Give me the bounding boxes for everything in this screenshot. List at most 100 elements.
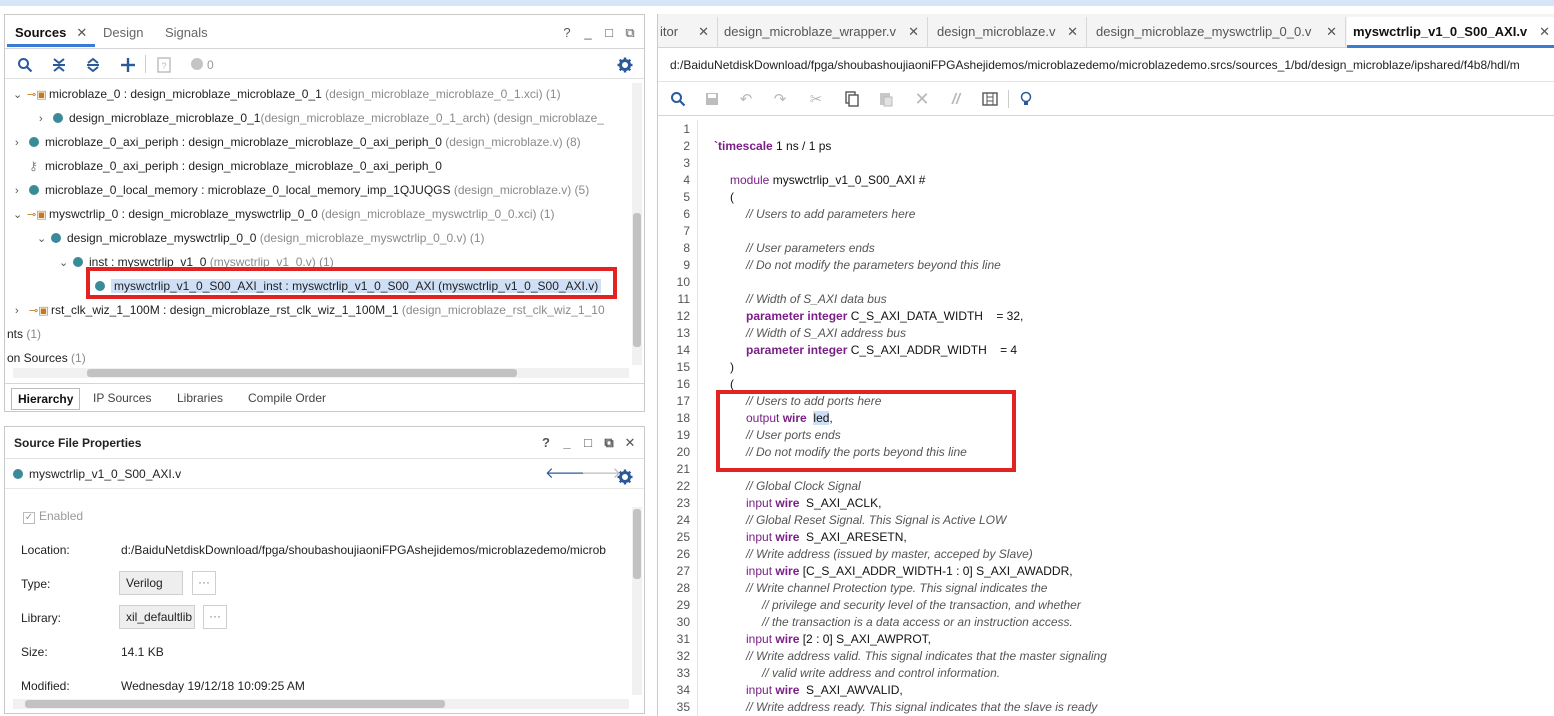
tree-row[interactable]: nts (1) bbox=[7, 323, 41, 345]
comment-toggle-icon[interactable]: // bbox=[946, 89, 966, 109]
tree-row[interactable]: › microblaze_0_axi_periph : design_microb… bbox=[15, 131, 581, 153]
tree-row[interactable]: on Sources (1) bbox=[7, 347, 86, 367]
chevron-down-icon[interactable]: ⌄ bbox=[13, 204, 27, 226]
tree-row[interactable]: ⚷ microblaze_0_axi_periph : design_microb… bbox=[29, 155, 442, 177]
scrollbar-thumb[interactable] bbox=[25, 700, 445, 708]
tree-row[interactable]: ⌄ inst : myswctrlip_v1_0 (myswctrlip_v1_0… bbox=[59, 251, 334, 273]
tab-signals[interactable]: Signals bbox=[157, 21, 216, 47]
code-comment: // Write channel Protection type. This s… bbox=[746, 581, 1048, 595]
collapse-all-icon[interactable] bbox=[49, 55, 69, 75]
properties-icon[interactable]: ? bbox=[154, 55, 174, 75]
line-number: 10 bbox=[676, 275, 690, 289]
close-icon[interactable]: ✕ bbox=[624, 427, 636, 459]
tab-libraries[interactable]: Libraries bbox=[171, 388, 229, 410]
close-icon[interactable]: ✕ bbox=[908, 17, 919, 47]
code-comment: // valid write address and control infor… bbox=[762, 666, 1001, 680]
tree-row[interactable]: › design_microblaze_microblaze_0_1(design… bbox=[39, 107, 604, 129]
back-arrow-icon[interactable]: 🡐 bbox=[545, 459, 585, 489]
code-area[interactable]: 1 2 3 4 5 6 7 8 9 10 11 12 13 14 15 16 1… bbox=[658, 120, 1554, 716]
cut-icon[interactable]: ✂ bbox=[806, 89, 826, 109]
close-icon[interactable]: ✕ bbox=[1326, 17, 1337, 47]
editor-tab[interactable]: design_microblaze_wrapper.v ✕ bbox=[718, 17, 928, 48]
tree-row-detail: (design_microblaze_microblaze_0_1.xci) (… bbox=[321, 87, 561, 101]
add-sources-icon[interactable] bbox=[118, 55, 138, 75]
float-icon[interactable]: ⧉ bbox=[624, 25, 636, 41]
column-select-icon[interactable] bbox=[980, 89, 1000, 109]
tree-row[interactable]: ⌄ design_microblaze_myswctrlip_0_0 (desig… bbox=[37, 227, 485, 249]
scrollbar-thumb[interactable] bbox=[633, 213, 641, 347]
maximize-icon[interactable]: □ bbox=[603, 25, 615, 41]
library-field[interactable]: xil_defaultlib bbox=[119, 605, 195, 629]
ip-module-icon: ⊸▣ bbox=[27, 89, 47, 101]
tree-row[interactable]: ⌄ ⊸▣ microblaze_0 : design_microblaze_micr… bbox=[13, 83, 561, 105]
tree-vertical-scrollbar[interactable] bbox=[632, 83, 642, 365]
close-icon[interactable]: ✕ bbox=[76, 25, 87, 40]
lightbulb-icon[interactable] bbox=[1016, 89, 1036, 109]
type-field[interactable]: Verilog bbox=[119, 571, 183, 595]
editor-tab[interactable]: itor ✕ bbox=[658, 17, 718, 48]
properties-horizontal-scrollbar[interactable] bbox=[13, 699, 629, 709]
size-label: Size: bbox=[21, 645, 48, 659]
tab-ip-sources[interactable]: IP Sources bbox=[87, 388, 157, 410]
tab-design[interactable]: Design bbox=[95, 21, 151, 47]
tree-row[interactable]: ⌄ ⊸▣ myswctrlip_0 : design_microblaze_mysw… bbox=[13, 203, 555, 225]
message-count-badge[interactable]: 0 bbox=[191, 55, 225, 75]
delete-icon[interactable]: ✕ bbox=[912, 89, 932, 109]
chevron-right-icon[interactable]: › bbox=[15, 300, 29, 322]
close-icon[interactable]: ✕ bbox=[1539, 17, 1550, 47]
library-more-button[interactable]: ··· bbox=[203, 605, 227, 629]
tree-row[interactable]: › microblaze_0_local_memory : microblaze_… bbox=[15, 179, 589, 201]
save-icon[interactable] bbox=[702, 89, 722, 109]
scrollbar-thumb[interactable] bbox=[87, 369, 517, 377]
tree-row-name: myswctrlip_0 : design_microblaze_myswctr… bbox=[49, 207, 318, 221]
search-icon[interactable] bbox=[15, 55, 35, 75]
copy-icon[interactable] bbox=[842, 89, 862, 109]
tab-hierarchy[interactable]: Hierarchy bbox=[11, 388, 81, 410]
tree-row-selected[interactable]: myswctrlip_v1_0_S00_AXI_inst : myswctrli… bbox=[95, 275, 602, 297]
chevron-down-icon[interactable]: ⌄ bbox=[59, 252, 73, 274]
chevron-right-icon[interactable]: › bbox=[39, 108, 53, 130]
tree-row-detail: (design_microblaze.v) (8) bbox=[441, 135, 581, 149]
paste-icon[interactable] bbox=[876, 89, 896, 109]
scrollbar-thumb[interactable] bbox=[633, 509, 641, 579]
help-icon[interactable]: ? bbox=[540, 427, 552, 459]
sources-panel: Sources ✕ Design Signals ? _ □ ⧉ ? 0 ⌄ ⊸… bbox=[4, 14, 645, 412]
minimize-icon[interactable]: _ bbox=[582, 25, 594, 41]
chevron-down-icon[interactable]: ⌄ bbox=[13, 84, 27, 106]
editor-tab[interactable]: design_microblaze.v ✕ bbox=[931, 17, 1087, 48]
chevron-down-icon[interactable]: ⌄ bbox=[37, 228, 51, 250]
editor-tab[interactable]: design_microblaze_myswctrlip_0_0.v ✕ bbox=[1090, 17, 1346, 48]
tree-horizontal-scrollbar[interactable] bbox=[13, 368, 629, 378]
editor-tab-active[interactable]: myswctrlip_v1_0_S00_AXI.v ✕ bbox=[1347, 17, 1554, 48]
modified-value: Wednesday 19/12/18 10:09:25 AM bbox=[121, 679, 305, 693]
gear-icon[interactable] bbox=[617, 466, 633, 496]
redo-icon[interactable]: ↷ bbox=[770, 89, 790, 109]
expand-all-icon[interactable] bbox=[83, 55, 103, 75]
line-number: 8 bbox=[683, 241, 690, 255]
code-comment: // Users to add ports here bbox=[746, 394, 882, 408]
maximize-icon[interactable]: □ bbox=[582, 427, 594, 459]
chevron-right-icon[interactable]: › bbox=[15, 180, 29, 202]
close-icon[interactable]: ✕ bbox=[1067, 17, 1078, 47]
forward-arrow-icon[interactable]: 🡒 bbox=[581, 459, 621, 489]
source-file-properties-panel: Source File Properties ? _ □ ⧉ ✕ myswctr… bbox=[4, 426, 645, 714]
tab-compile-order[interactable]: Compile Order bbox=[242, 388, 332, 410]
gear-icon[interactable] bbox=[615, 55, 635, 75]
line-number: 14 bbox=[676, 343, 690, 357]
undo-icon[interactable]: ↶ bbox=[736, 89, 756, 109]
type-more-button[interactable]: ··· bbox=[192, 571, 216, 595]
chevron-right-icon[interactable]: › bbox=[15, 132, 29, 154]
line-number: 17 bbox=[676, 394, 690, 408]
code-line: ( bbox=[730, 190, 734, 204]
help-icon[interactable]: ? bbox=[561, 25, 573, 41]
tree-row[interactable]: › ⊸▣ rst_clk_wiz_1_100M : design_microblaz… bbox=[15, 299, 605, 321]
line-number: 7 bbox=[683, 224, 690, 238]
search-icon[interactable] bbox=[668, 89, 688, 109]
enabled-checkbox[interactable]: ✓ Enabled bbox=[23, 509, 83, 524]
properties-vertical-scrollbar[interactable] bbox=[632, 507, 642, 695]
float-icon[interactable]: ⧉ bbox=[603, 427, 615, 459]
code-comment: // Do not modify the parameters beyond t… bbox=[746, 258, 1001, 272]
minimize-icon[interactable]: _ bbox=[561, 427, 573, 459]
tab-sources[interactable]: Sources ✕ bbox=[7, 21, 96, 47]
close-icon[interactable]: ✕ bbox=[698, 17, 709, 47]
